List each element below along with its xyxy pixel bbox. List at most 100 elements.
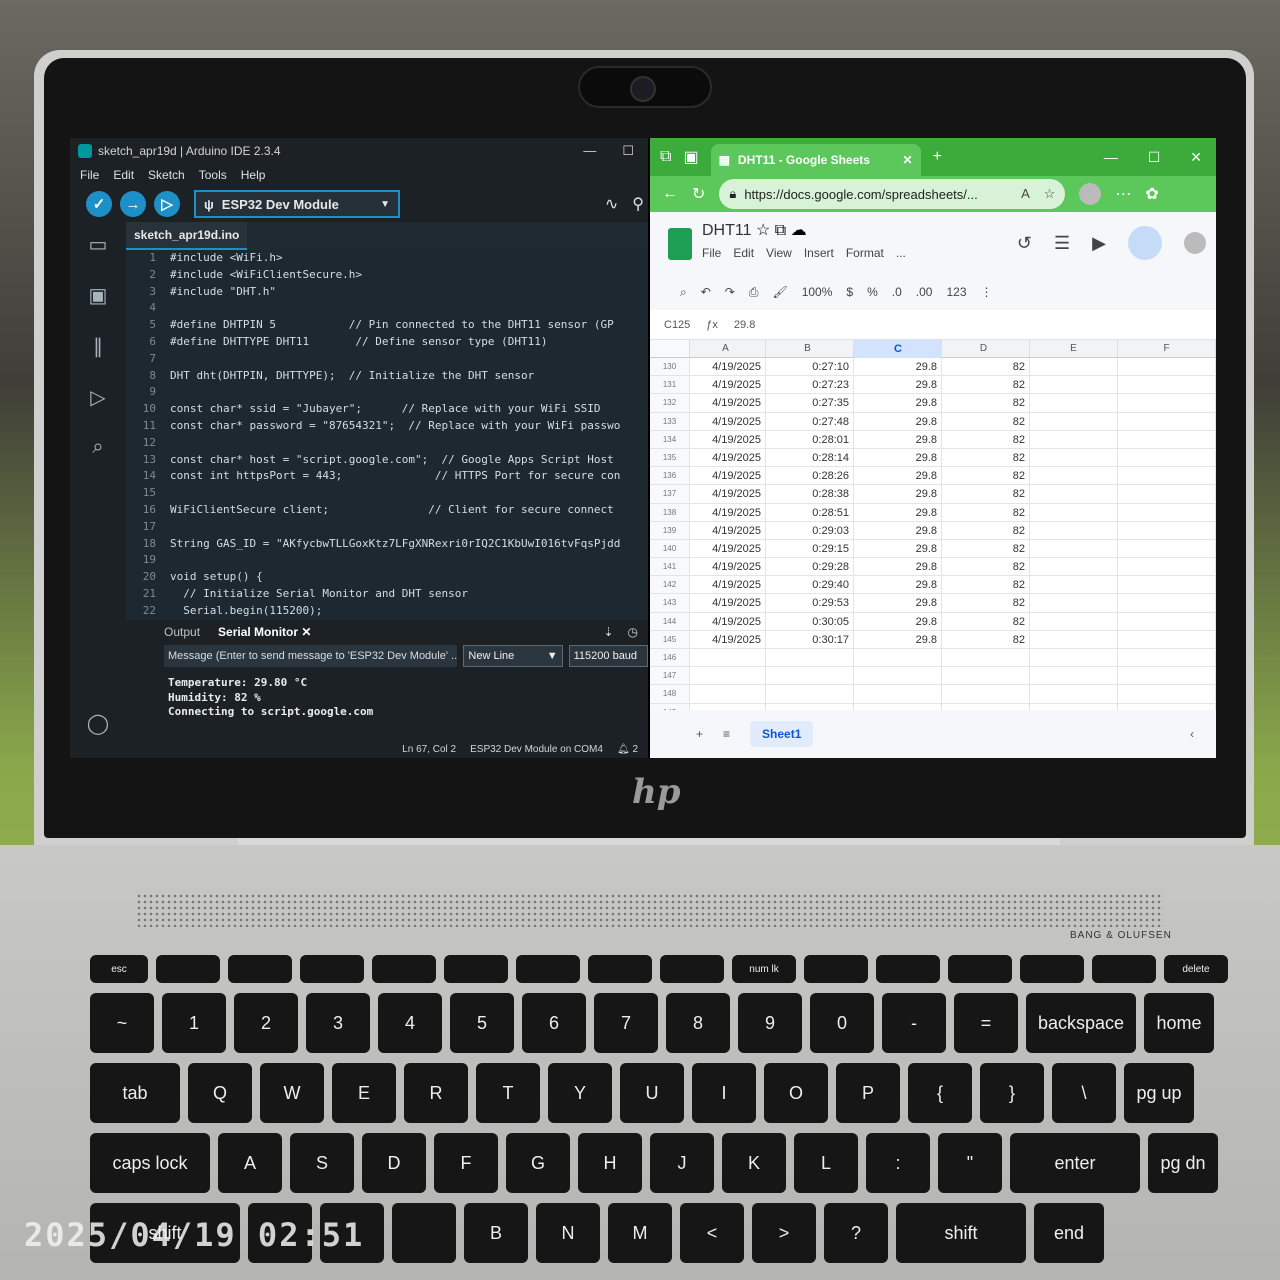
row-number[interactable]: 131 [650, 376, 690, 394]
user-avatar[interactable] [1184, 232, 1206, 254]
cell[interactable] [1030, 485, 1118, 503]
cell[interactable]: 29.8 [854, 612, 942, 630]
history-icon[interactable]: ↺ [1017, 233, 1032, 254]
row-number[interactable]: 133 [650, 412, 690, 430]
keyboard-key[interactable]: Q [188, 1063, 252, 1123]
cell[interactable]: 4/19/2025 [690, 412, 766, 430]
cell[interactable]: 0:27:35 [766, 394, 854, 412]
cell[interactable] [1118, 430, 1216, 448]
profile-avatar[interactable] [1079, 183, 1102, 205]
tab-serial-monitor[interactable]: Serial Monitor ✕ [218, 625, 311, 639]
cell[interactable] [1030, 503, 1118, 521]
cell[interactable]: 4/19/2025 [690, 467, 766, 485]
keyboard-key[interactable]: esc [90, 955, 148, 983]
cell[interactable]: 0:28:51 [766, 503, 854, 521]
keyboard-key[interactable]: end [1034, 1203, 1104, 1263]
keyboard-key[interactable]: T [476, 1063, 540, 1123]
decrease-decimal-icon[interactable]: .0 [892, 285, 902, 299]
cell[interactable] [1030, 430, 1118, 448]
redo-icon[interactable]: ↷ [725, 285, 735, 299]
keyboard-key[interactable]: \ [1052, 1063, 1116, 1123]
search-icon[interactable]: ⌕ [92, 436, 103, 459]
cell[interactable]: 82 [942, 612, 1030, 630]
board-selector[interactable]: ψ ESP32 Dev Module ▼ [194, 190, 400, 218]
keyboard-key[interactable]: Y [548, 1063, 612, 1123]
code-editor[interactable]: 1 #include <WiFi.h> 2 #include <WiFiClientS… [126, 250, 648, 620]
column-header[interactable]: A [690, 340, 766, 357]
cell[interactable] [1030, 576, 1118, 594]
keyboard-key[interactable]: < [680, 1203, 744, 1263]
menu-view[interactable]: View [766, 246, 792, 260]
cell[interactable] [1030, 558, 1118, 576]
menu-more[interactable]: ... [896, 246, 906, 260]
cell[interactable]: 82 [942, 467, 1030, 485]
keyboard-key[interactable]: U [620, 1063, 684, 1123]
keyboard-key[interactable] [300, 955, 364, 983]
keyboard-key[interactable] [392, 1203, 456, 1263]
keyboard-key[interactable]: K [722, 1133, 786, 1193]
row-number[interactable]: 145 [650, 630, 690, 648]
keyboard-key[interactable]: D [362, 1133, 426, 1193]
cell[interactable]: 29.8 [854, 376, 942, 394]
keyboard-key[interactable]: 5 [450, 993, 514, 1053]
cell[interactable] [1030, 394, 1118, 412]
select-all-corner[interactable] [650, 340, 690, 357]
cell[interactable]: 82 [942, 521, 1030, 539]
keyboard-key[interactable]: I [692, 1063, 756, 1123]
cell[interactable]: 4/19/2025 [690, 576, 766, 594]
browser-tab[interactable]: ▦ DHT11 - Google Sheets ✕ [710, 144, 921, 176]
keyboard-key[interactable]: G [506, 1133, 570, 1193]
keyboard-key[interactable]: ? [824, 1203, 888, 1263]
cell[interactable] [1030, 685, 1118, 703]
cell[interactable]: 29.8 [854, 394, 942, 412]
read-aloud-icon[interactable]: A [1021, 186, 1030, 202]
keyboard-key[interactable]: L [794, 1133, 858, 1193]
autoscroll-icon[interactable]: ⇣ [603, 625, 613, 639]
menu-insert[interactable]: Insert [804, 246, 834, 260]
keyboard-key[interactable] [516, 955, 580, 983]
cell[interactable] [854, 685, 942, 703]
cloud-icon[interactable]: ☁ [791, 222, 807, 239]
spreadsheet-grid[interactable]: A B C D E F 130 4/19/2025 0:27:10 29.8 82 131 4/19/2… [650, 340, 1216, 710]
cell[interactable]: 0:29:15 [766, 539, 854, 558]
cell[interactable]: 4/19/2025 [690, 430, 766, 448]
keyboard-key[interactable] [1092, 955, 1156, 983]
cell[interactable]: 29.8 [854, 594, 942, 612]
keyboard-key[interactable]: > [752, 1203, 816, 1263]
cell[interactable] [1118, 685, 1216, 703]
cell[interactable]: 82 [942, 503, 1030, 521]
keyboard-key[interactable] [372, 955, 436, 983]
cell[interactable] [1030, 667, 1118, 685]
star-icon[interactable]: ☆ [1044, 186, 1056, 202]
row-number[interactable]: 141 [650, 558, 690, 576]
row-number[interactable]: 146 [650, 649, 690, 667]
cell[interactable] [1030, 412, 1118, 430]
keyboard-key[interactable]: enter [1010, 1133, 1140, 1193]
cell[interactable] [690, 667, 766, 685]
doc-title[interactable]: DHT11 [702, 222, 752, 239]
row-number[interactable]: 136 [650, 467, 690, 485]
cell[interactable] [1118, 594, 1216, 612]
copilot-icon[interactable]: ✿ [1145, 184, 1158, 204]
cell[interactable] [1030, 612, 1118, 630]
cell[interactable] [690, 685, 766, 703]
keyboard-key[interactable]: : [866, 1133, 930, 1193]
cell[interactable]: 4/19/2025 [690, 503, 766, 521]
cell[interactable] [1118, 612, 1216, 630]
cell[interactable] [1118, 503, 1216, 521]
cell[interactable] [1118, 448, 1216, 467]
currency-icon[interactable]: $ [846, 285, 853, 299]
cell[interactable]: 82 [942, 558, 1030, 576]
formula-input[interactable]: 29.8 [734, 319, 755, 331]
maximize-icon[interactable]: ☐ [622, 143, 634, 159]
row-number[interactable]: 144 [650, 612, 690, 630]
cell[interactable]: 82 [942, 358, 1030, 376]
keyboard-key[interactable]: 9 [738, 993, 802, 1053]
close-icon[interactable]: ✕ [1190, 149, 1202, 166]
column-header[interactable]: F [1118, 340, 1216, 357]
chevron-left-icon[interactable]: ‹ [1190, 727, 1216, 741]
keyboard-key[interactable]: tab [90, 1063, 180, 1123]
keyboard-key[interactable]: 0 [810, 993, 874, 1053]
number-format[interactable]: 123 [946, 285, 966, 299]
baud-select[interactable]: 115200 baud [568, 645, 648, 667]
